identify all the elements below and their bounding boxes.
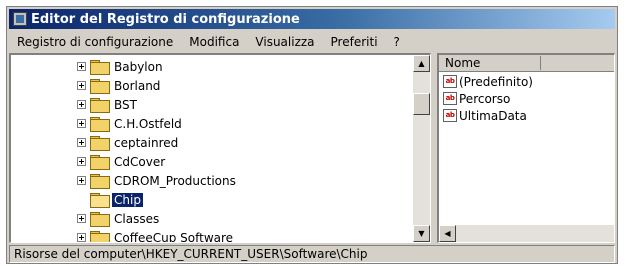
expand-plus-icon[interactable] <box>77 62 86 71</box>
tree-item[interactable]: C.H.Ostfeld <box>11 114 413 133</box>
value-name: (Predefinito) <box>459 74 533 89</box>
tree-item-label: Chip <box>112 192 143 207</box>
registry-editor-window: Editor del Registro di configurazione Re… <box>6 6 618 264</box>
tree-item[interactable]: Classes <box>11 209 413 228</box>
folder-icon <box>90 155 110 170</box>
tree-item[interactable]: BST <box>11 95 413 114</box>
tree-item-label: C.H.Ostfeld <box>114 116 182 131</box>
tree-item-label: CDROM_Productions <box>114 173 236 188</box>
menu-visualizza[interactable]: Visualizza <box>247 35 322 49</box>
folder-icon <box>90 174 110 189</box>
values-list: ab (Predefinito) ab Percorso ab UltimaData <box>443 73 533 124</box>
scroll-down-button[interactable]: ▼ <box>413 225 430 242</box>
folder-icon <box>90 98 110 113</box>
string-value-icon: ab <box>443 92 457 105</box>
tree-item-label: CoffeeCup Software <box>114 230 234 243</box>
scroll-thumb[interactable] <box>413 93 430 115</box>
tree-vertical-scrollbar[interactable]: ▲ ▼ <box>413 55 430 242</box>
open-folder-icon <box>90 193 110 208</box>
folder-icon <box>90 212 110 227</box>
folder-icon <box>90 136 110 151</box>
value-name: Percorso <box>459 91 511 106</box>
tree-item[interactable]: CDROM_Productions <box>11 171 413 190</box>
scroll-up-button[interactable]: ▲ <box>413 55 430 72</box>
tree-item-label: Babylon <box>114 59 163 74</box>
menu-preferiti[interactable]: Preferiti <box>323 35 386 49</box>
folder-icon <box>90 231 110 242</box>
status-path: Risorse del computer\HKEY_CURRENT_USER\S… <box>14 247 368 261</box>
title-bar[interactable]: Editor del Registro di configurazione <box>9 9 615 29</box>
key-tree-pane: Babylon Borland BST C.H.Ostfeld ceptainred Cd… <box>9 53 431 243</box>
expand-plus-icon[interactable] <box>77 214 86 223</box>
tree-item[interactable]: CoffeeCup Software <box>11 228 413 243</box>
folder-icon <box>90 117 110 132</box>
string-value-icon: ab <box>443 75 457 88</box>
column-header-label: Nome <box>445 56 542 70</box>
window-title: Editor del Registro di configurazione <box>31 11 300 27</box>
tree-item[interactable]: Chip <box>11 190 413 209</box>
status-bar: Risorse del computer\HKEY_CURRENT_USER\S… <box>9 245 615 263</box>
tree-item[interactable]: ceptainred <box>11 133 413 152</box>
expand-plus-icon[interactable] <box>77 138 86 147</box>
folder-icon <box>90 60 110 75</box>
tree-item-label: BST <box>114 97 137 112</box>
tree-item-label: CdCover <box>114 154 166 169</box>
expand-plus-icon[interactable] <box>77 233 86 242</box>
menu-help[interactable]: ? <box>386 35 408 49</box>
value-row[interactable]: ab Percorso <box>443 90 533 107</box>
tree-item-label: Classes <box>114 211 160 226</box>
tree-item[interactable]: CdCover <box>11 152 413 171</box>
key-tree: Babylon Borland BST C.H.Ostfeld ceptainred Cd… <box>11 57 413 243</box>
value-row[interactable]: ab UltimaData <box>443 107 533 124</box>
tree-item-label: Borland <box>114 78 161 93</box>
column-header-nome[interactable]: Nome <box>439 55 614 72</box>
tree-item-label: ceptainred <box>114 135 179 150</box>
list-horizontal-scrollbar[interactable]: ◀ <box>439 225 614 242</box>
scroll-left-button[interactable]: ◀ <box>439 225 456 242</box>
expand-plus-icon[interactable] <box>77 176 86 185</box>
expand-plus-icon[interactable] <box>77 157 86 166</box>
regedit-app-icon <box>13 12 27 26</box>
tree-item[interactable]: Babylon <box>11 57 413 76</box>
tree-item[interactable]: Borland <box>11 76 413 95</box>
expand-plus-icon[interactable] <box>77 81 86 90</box>
value-name: UltimaData <box>459 108 527 123</box>
expand-plus-icon[interactable] <box>77 100 86 109</box>
menu-registro[interactable]: Registro di configurazione <box>9 35 181 49</box>
expand-plus-icon[interactable] <box>77 119 86 128</box>
value-row[interactable]: ab (Predefinito) <box>443 73 533 90</box>
folder-icon <box>90 79 110 94</box>
values-list-pane: Nome ab (Predefinito) ab Percorso ab UltimaDa… <box>437 53 615 243</box>
string-value-icon: ab <box>443 109 457 122</box>
menu-bar: Registro di configurazione Modifica Visu… <box>9 33 615 51</box>
menu-modifica[interactable]: Modifica <box>181 35 247 49</box>
